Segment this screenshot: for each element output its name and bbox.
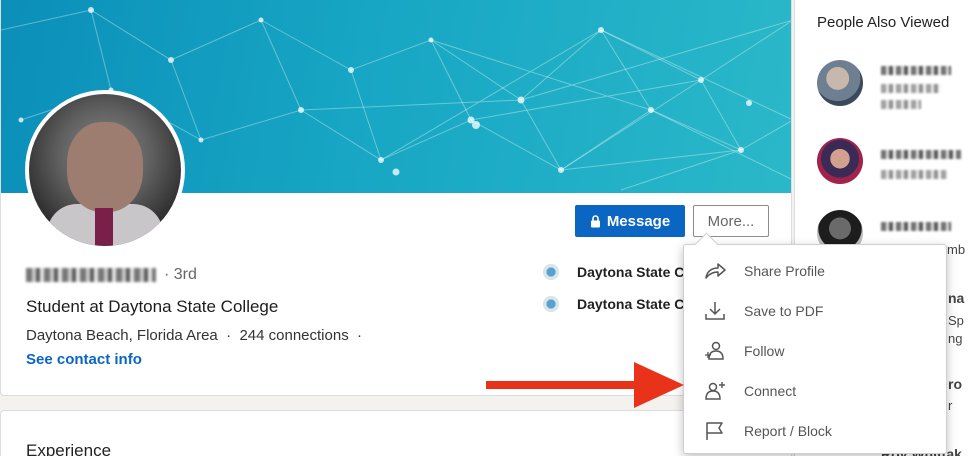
menu-item-label: Save to PDF: [744, 303, 824, 319]
lock-icon: [590, 214, 600, 227]
menu-item-label: Report / Block: [744, 423, 832, 439]
education-name: Daytona State C: [577, 264, 685, 280]
people-also-viewed-title: People Also Viewed: [817, 14, 950, 31]
person-headline-redacted: [881, 84, 941, 93]
menu-item-label: Follow: [744, 343, 785, 359]
person-headline-redacted: [881, 100, 921, 109]
partial-text: r: [948, 398, 953, 413]
add-person-icon: [705, 382, 725, 400]
experience-section: Experience: [0, 410, 792, 456]
connection-degree: · 3rd: [164, 266, 197, 283]
message-button[interactable]: Message: [575, 205, 685, 237]
person-name-redacted: [881, 66, 951, 75]
menu-item-report-block[interactable]: Report / Block: [684, 411, 946, 451]
see-contact-info-link[interactable]: See contact info: [26, 351, 142, 368]
partial-text: Sp: [948, 313, 964, 328]
education-item[interactable]: Daytona State C: [543, 264, 684, 280]
menu-item-share-profile[interactable]: Share Profile: [684, 251, 946, 291]
person-headline-redacted: [881, 170, 947, 179]
education-name: Daytona State C: [577, 296, 685, 312]
name-row: · 3rd: [26, 266, 197, 284]
profile-photo: [29, 94, 181, 246]
school-logo-icon: [543, 264, 559, 280]
menu-item-follow[interactable]: Follow: [684, 331, 946, 371]
profile-avatar[interactable]: [25, 90, 185, 250]
person-name-redacted: [881, 222, 951, 231]
more-button[interactable]: More...: [693, 205, 769, 237]
more-button-label: More...: [707, 212, 755, 230]
profile-headline: Student at Daytona State College: [26, 297, 279, 316]
school-logo-icon: [543, 296, 559, 312]
person-name-redacted: [881, 150, 961, 159]
menu-item-save-to-pdf[interactable]: Save to PDF: [684, 291, 946, 331]
profile-card: Message More... · 3rd Student at Daytona…: [0, 0, 792, 396]
download-icon: [705, 302, 725, 320]
partial-text: na: [948, 290, 965, 306]
location-and-connections: Daytona Beach, Florida Area · 244 connec…: [26, 327, 363, 344]
follow-person-icon: [705, 341, 724, 360]
experience-heading: Experience: [26, 441, 112, 456]
annotation-arrow: [486, 362, 684, 408]
share-arrow-icon: [705, 263, 726, 279]
menu-item-connect[interactable]: Connect: [684, 371, 946, 411]
education-item[interactable]: Daytona State C: [543, 296, 684, 312]
flag-icon: [706, 422, 723, 440]
more-actions-dropdown: Share Profile Save to PDF Follow Connect…: [683, 244, 947, 454]
partial-text: ro: [948, 376, 962, 392]
person-avatar[interactable]: [817, 138, 863, 184]
menu-item-label: Share Profile: [744, 263, 825, 279]
message-button-label: Message: [606, 212, 671, 230]
partial-text: ng: [948, 331, 963, 346]
menu-item-label: Connect: [744, 383, 797, 399]
profile-name-redacted: [26, 268, 156, 282]
partial-text: mb: [947, 242, 966, 257]
person-avatar[interactable]: [817, 60, 863, 106]
